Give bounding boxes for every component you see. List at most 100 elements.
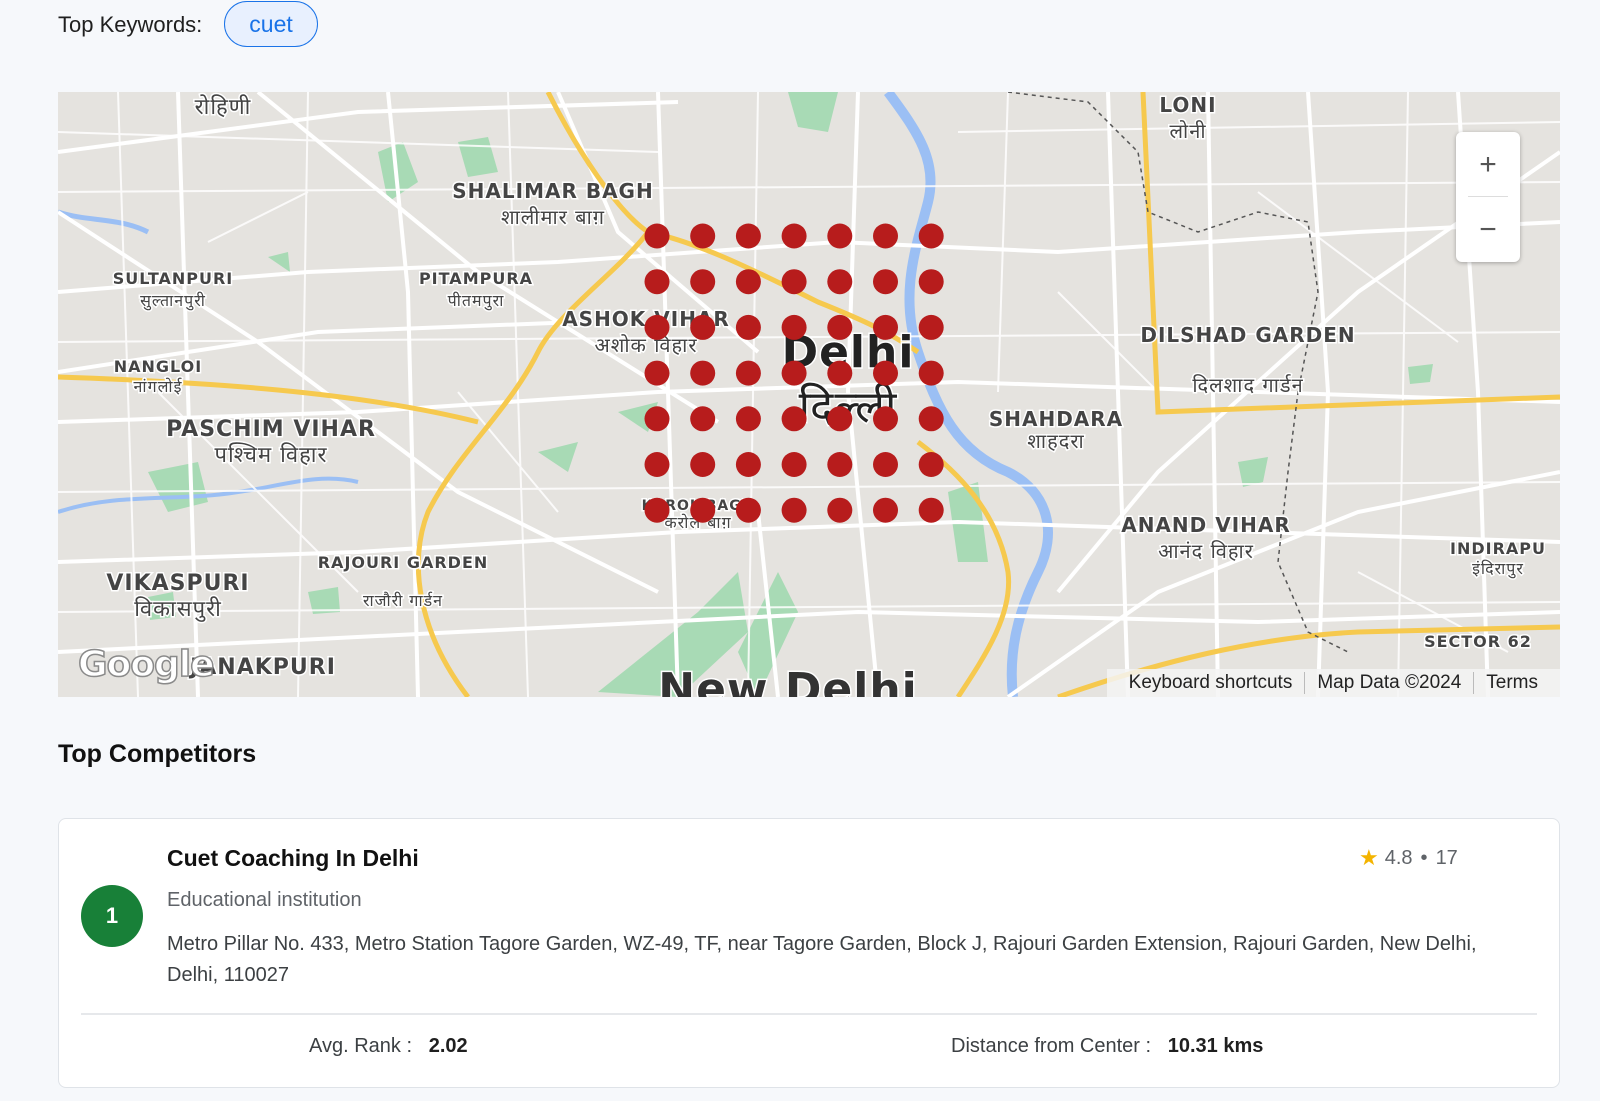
- grid-point[interactable]: [690, 406, 716, 432]
- grid-point[interactable]: [918, 360, 944, 386]
- grid-point[interactable]: [735, 497, 761, 523]
- grid-point[interactable]: [690, 452, 716, 477]
- label-indirapuram-hi: इंदिरापुर: [1472, 559, 1524, 579]
- keywords-row: Top Keywords: cuet: [58, 0, 318, 50]
- zoom-divider: [1468, 196, 1508, 197]
- label-rajouri-garden: RAJOURI GARDEN: [318, 553, 489, 572]
- label-shahdara: SHAHDARA: [989, 407, 1123, 431]
- grid-point[interactable]: [781, 497, 807, 523]
- rank-grid-map[interactable]: रोहिणी SHALIMAR BAGH शालीमार बाग़ LONI ल…: [58, 92, 1560, 697]
- grid-point[interactable]: [873, 269, 898, 295]
- terms-link[interactable]: Terms: [1473, 672, 1550, 694]
- label-shahdara-hi: शाहदरा: [1027, 429, 1084, 453]
- grid-point[interactable]: [735, 269, 761, 295]
- grid-point[interactable]: [918, 314, 944, 340]
- grid-point[interactable]: [781, 360, 807, 386]
- grid-point[interactable]: [735, 360, 761, 386]
- grid-point[interactable]: [873, 314, 898, 340]
- grid-point[interactable]: [781, 223, 807, 249]
- grid-point[interactable]: [873, 223, 898, 249]
- grid-point[interactable]: [644, 269, 670, 295]
- zoom-control: + −: [1456, 132, 1520, 262]
- grid-point[interactable]: [690, 314, 716, 340]
- label-sector-62: SECTOR 62: [1424, 632, 1532, 651]
- competitor-category: Educational institution: [167, 889, 362, 911]
- map-labels: रोहिणी SHALIMAR BAGH शालीमार बाग़ LONI ल…: [105, 92, 1547, 697]
- grid-point[interactable]: [781, 314, 807, 340]
- grid-point[interactable]: [827, 452, 853, 477]
- separator-dot: •: [1420, 846, 1428, 869]
- label-shalimar-bagh: SHALIMAR BAGH: [452, 179, 653, 203]
- review-count: 17: [1435, 846, 1458, 869]
- grid-point[interactable]: [735, 223, 761, 249]
- label-sultanpuri: SULTANPURI: [113, 269, 234, 288]
- grid-point[interactable]: [918, 269, 944, 295]
- label-nangloi-hi: नांगलोई: [134, 377, 183, 396]
- label-indirapuram: INDIRAPU: [1450, 539, 1546, 558]
- competitor-name: Cuet Coaching In Delhi: [167, 845, 419, 871]
- grid-point[interactable]: [873, 406, 898, 432]
- label-shalimar-bagh-hi: शालीमार बाग़: [501, 205, 605, 229]
- label-pitampura-hi: पीतमपुरा: [448, 291, 505, 311]
- label-paschim-vihar-hi: पश्चिम विहार: [215, 442, 328, 468]
- grid-point[interactable]: [918, 497, 944, 523]
- grid-point[interactable]: [690, 223, 716, 249]
- label-pitampura: PITAMPURA: [419, 269, 533, 288]
- competitors-title: Top Competitors: [58, 740, 257, 768]
- keyboard-shortcuts-link[interactable]: Keyboard shortcuts: [1117, 672, 1305, 694]
- label-dilshad-garden-hi: दिलशाद गार्डन: [1192, 373, 1303, 397]
- label-vikaspuri-hi: विकासपुरी: [134, 596, 222, 622]
- grid-point[interactable]: [781, 452, 807, 477]
- grid-point[interactable]: [781, 269, 807, 295]
- grid-point[interactable]: [827, 497, 853, 523]
- grid-point[interactable]: [827, 406, 853, 432]
- grid-point[interactable]: [827, 314, 853, 340]
- grid-point[interactable]: [918, 406, 944, 432]
- avg-rank-stat: Avg. Rank : 2.02: [309, 1035, 468, 1058]
- label-anand-vihar: ANAND VIHAR: [1121, 513, 1291, 537]
- grid-point[interactable]: [781, 406, 807, 432]
- grid-point[interactable]: [690, 360, 716, 386]
- grid-point[interactable]: [644, 452, 670, 477]
- label-rohini-hi: रोहिणी: [195, 94, 252, 120]
- distance-label: Distance from Center :: [951, 1035, 1152, 1057]
- map-data-text: Map Data ©2024: [1304, 672, 1473, 694]
- label-sultanpuri-hi: सुल्तानपुरी: [140, 291, 206, 311]
- label-nangloi: NANGLOI: [114, 357, 202, 376]
- grid-point[interactable]: [827, 269, 853, 295]
- grid-point[interactable]: [918, 223, 944, 249]
- grid-point[interactable]: [735, 452, 761, 477]
- grid-point[interactable]: [873, 452, 898, 477]
- grid-point[interactable]: [644, 314, 670, 340]
- grid-point[interactable]: [735, 406, 761, 432]
- grid-point[interactable]: [644, 223, 670, 249]
- grid-point[interactable]: [644, 497, 670, 523]
- label-rajouri-garden-hi: राजौरी गार्डन: [363, 591, 443, 610]
- keyword-pill-cuet[interactable]: cuet: [224, 1, 318, 47]
- grid-point[interactable]: [827, 360, 853, 386]
- competitor-address: Metro Pillar No. 433, Metro Station Tago…: [167, 933, 1477, 986]
- star-icon: ★: [1359, 845, 1379, 870]
- label-dilshad-garden: DILSHAD GARDEN: [1140, 323, 1355, 347]
- grid-point[interactable]: [690, 497, 716, 523]
- avg-rank-label: Avg. Rank :: [309, 1035, 413, 1057]
- zoom-in-button[interactable]: +: [1456, 132, 1520, 197]
- google-logo: Google: [77, 643, 215, 686]
- grid-point[interactable]: [827, 223, 853, 249]
- grid-point[interactable]: [644, 360, 670, 386]
- competitor-rating: ★ 4.8 • 17: [1359, 845, 1458, 871]
- grid-point[interactable]: [873, 360, 898, 386]
- card-divider: [81, 1013, 1537, 1015]
- grid-point[interactable]: [735, 314, 761, 340]
- zoom-out-button[interactable]: −: [1456, 197, 1520, 262]
- grid-point[interactable]: [918, 452, 944, 477]
- grid-point[interactable]: [873, 497, 898, 523]
- grid-point[interactable]: [644, 406, 670, 432]
- label-anand-vihar-hi: आनंद विहार: [1158, 539, 1254, 563]
- distance-value: 10.31 kms: [1167, 1035, 1264, 1057]
- competitor-card[interactable]: 1 Cuet Coaching In Delhi ★ 4.8 • 17 Educ…: [58, 818, 1560, 1088]
- rating-value: 4.8: [1384, 846, 1413, 869]
- label-loni: LONI: [1159, 93, 1216, 117]
- label-vikaspuri: VIKASPURI: [106, 571, 249, 596]
- grid-point[interactable]: [690, 269, 716, 295]
